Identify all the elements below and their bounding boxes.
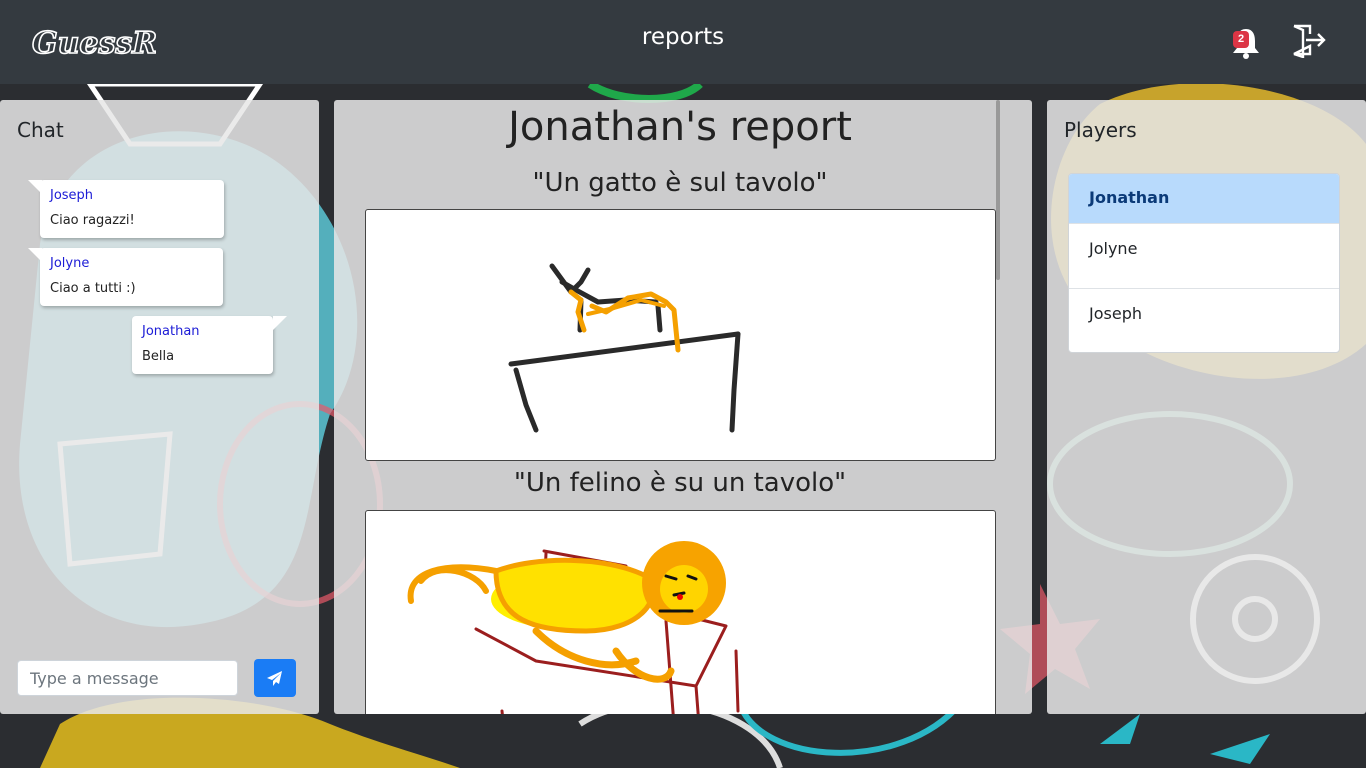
player-list: Jonathan Jolyne Joseph [1068, 173, 1340, 353]
player-item[interactable]: Joseph [1069, 288, 1339, 352]
message-text: Ciao ragazzi! [50, 213, 135, 228]
player-item[interactable]: Jolyne [1069, 223, 1339, 288]
chat-message: Jonathan Bella [132, 316, 287, 374]
message-text: Bella [142, 349, 175, 364]
page-title: reports [641, 24, 725, 50]
report-caption: "Un felino è su un tavolo" [513, 468, 847, 498]
player-item[interactable]: Jonathan [1069, 174, 1339, 223]
message-author: Jonathan [142, 324, 200, 339]
message-text: Ciao a tutti :) [50, 281, 136, 296]
players-panel: Players Jonathan Jolyne Joseph [1047, 100, 1366, 714]
lion-on-table-drawing [365, 510, 996, 714]
notification-badge: 2 [1233, 31, 1249, 48]
chat-heading: Chat [17, 118, 64, 142]
logout-icon[interactable] [1290, 22, 1326, 58]
players-heading: Players [1064, 118, 1137, 142]
message-author: Jolyne [50, 256, 90, 271]
report-title: Jonathan's report [508, 104, 852, 150]
report-caption: "Un gatto è sul tavolo" [532, 168, 828, 198]
cat-on-table-drawing [365, 209, 996, 461]
send-message-button[interactable] [254, 659, 296, 697]
chat-message-input[interactable] [17, 660, 238, 696]
chat-message: Joseph Ciao ragazzi! [28, 180, 224, 238]
message-author: Joseph [50, 188, 94, 203]
top-navbar: GuessR reports 2 [0, 0, 1366, 84]
chat-message: Jolyne Ciao a tutti :) [28, 248, 223, 306]
report-panel[interactable]: Jonathan's report "Un gatto è sul tavolo… [334, 100, 1032, 714]
paper-plane-icon [267, 671, 282, 686]
